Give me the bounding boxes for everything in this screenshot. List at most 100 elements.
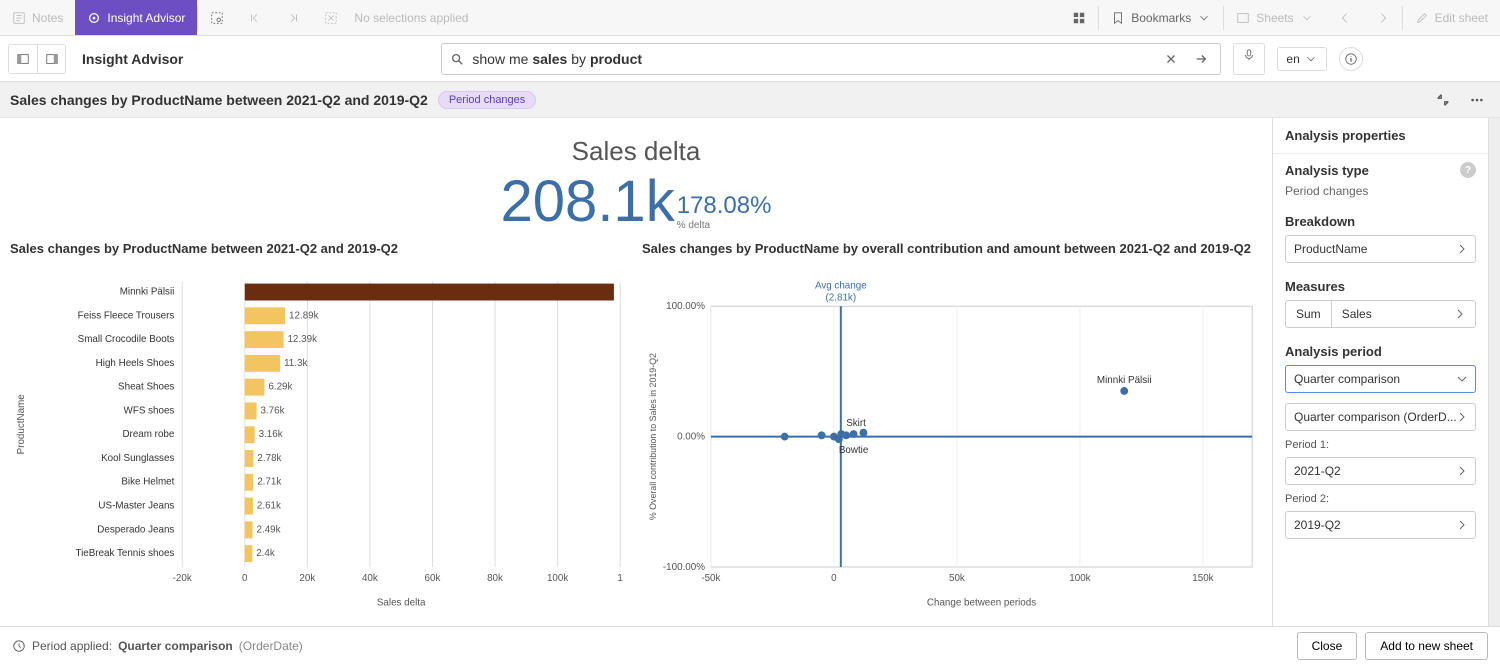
bar-chart-title: Sales changes by ProductName between 202… [10, 235, 630, 262]
analysis-type-heading: Analysis type [1285, 163, 1369, 178]
panel-left-icon [16, 52, 30, 66]
svg-text:0.00%: 0.00% [677, 432, 705, 443]
chevron-right-icon [1376, 11, 1390, 25]
microphone-icon [1242, 48, 1256, 62]
clear-selections-button [312, 0, 350, 35]
chevron-right-icon [1457, 466, 1467, 476]
svg-text:TieBreak Tennis shoes: TieBreak Tennis shoes [75, 548, 174, 559]
notes-label: Notes [32, 11, 63, 25]
svg-text:2.71k: 2.71k [257, 477, 281, 488]
analysis-title: Sales changes by ProductName between 202… [10, 92, 428, 108]
svg-text:100k: 100k [547, 573, 568, 584]
info-button[interactable] [1339, 47, 1363, 71]
search-input[interactable]: show me sales by product [472, 51, 1152, 67]
breakdown-heading: Breakdown [1285, 214, 1476, 229]
grid-button[interactable] [1060, 0, 1098, 35]
scatter-chart: Sales changes by ProductName by overall … [642, 235, 1262, 626]
svg-text:WFS shoes: WFS shoes [124, 405, 175, 416]
note-icon [12, 11, 26, 25]
clock-icon [12, 639, 26, 653]
svg-text:11.3k: 11.3k [284, 358, 307, 369]
svg-text:80k: 80k [487, 573, 503, 584]
period-type-selector[interactable]: Quarter comparison [1285, 365, 1476, 393]
measure-selector[interactable]: Sum Sales [1285, 300, 1476, 328]
more-options-button[interactable] [1464, 87, 1490, 113]
bookmarks-button[interactable]: Bookmarks [1099, 0, 1223, 35]
period2-label: Period 2: [1285, 493, 1476, 505]
bar-chart-svg: -20k020k40k60k80k100k1Minnki PälsiiFeiss… [10, 262, 630, 626]
svg-text:Minnki Pälsii: Minnki Pälsii [120, 286, 175, 297]
panel-right-button[interactable] [37, 45, 65, 73]
step-forward-button [274, 0, 312, 35]
svg-text:2.78k: 2.78k [257, 453, 281, 464]
add-to-sheet-button[interactable]: Add to new sheet [1365, 632, 1488, 660]
svg-text:Sheat Shoes: Sheat Shoes [118, 382, 174, 393]
measure-value: Sales [1342, 307, 1372, 321]
measure-aggregation: Sum [1286, 301, 1332, 327]
svg-text:(2.81k): (2.81k) [826, 292, 857, 303]
chevron-right-icon [1457, 244, 1467, 254]
collapse-button[interactable] [1430, 87, 1456, 113]
help-icon[interactable]: ? [1460, 162, 1476, 178]
lang-label: en [1286, 52, 1299, 66]
svg-text:ProductName: ProductName [16, 394, 27, 455]
no-selections-label: No selections applied [350, 0, 480, 35]
kpi-percent: 178.08% [677, 192, 772, 220]
breakdown-selector[interactable]: ProductName [1285, 235, 1476, 263]
analysis-type-pill: Period changes [438, 91, 536, 109]
properties-panel: Analysis properties Analysis type? Perio… [1272, 118, 1488, 626]
language-selector[interactable]: en [1277, 47, 1326, 71]
edit-icon [1415, 11, 1429, 25]
kpi-block: Sales delta 208.1k 178.08% % delta [10, 126, 1262, 235]
panel-left-button[interactable] [9, 45, 37, 73]
kpi-value: 208.1k [501, 173, 675, 231]
insight-label: Insight Advisor [107, 11, 185, 25]
scrollbar[interactable] [1488, 118, 1500, 626]
insight-advisor-button[interactable]: Insight Advisor [75, 0, 197, 35]
bookmark-icon [1111, 11, 1125, 25]
svg-text:100.00%: 100.00% [666, 301, 705, 312]
period-applied-label: Period applied: [32, 639, 112, 653]
more-icon [1470, 93, 1484, 107]
close-button[interactable]: Close [1297, 632, 1358, 660]
step-back-icon [248, 11, 262, 25]
svg-text:Skirt: Skirt [846, 418, 866, 429]
info-icon [1344, 52, 1358, 66]
smart-search-button[interactable] [198, 0, 236, 35]
period-detail-selector[interactable]: Quarter comparison (OrderD... [1285, 403, 1476, 431]
voice-search-button[interactable] [1233, 43, 1265, 75]
search-box[interactable]: show me sales by product [441, 43, 1221, 75]
period1-selector[interactable]: 2021-Q2 [1285, 457, 1476, 485]
svg-text:Small Crocodile Boots: Small Crocodile Boots [78, 334, 175, 345]
sheets-label: Sheets [1256, 11, 1293, 25]
svg-text:Sales delta: Sales delta [377, 597, 426, 608]
kpi-title: Sales delta [10, 136, 1262, 167]
secondary-title: Insight Advisor [82, 51, 183, 67]
analysis-subheader: Sales changes by ProductName between 202… [0, 82, 1500, 118]
chevron-down-icon [1197, 11, 1211, 25]
svg-text:20k: 20k [299, 573, 315, 584]
svg-text:Desperado Jeans: Desperado Jeans [97, 524, 174, 535]
selection-search-icon [210, 11, 224, 25]
svg-text:0: 0 [242, 573, 248, 584]
submit-search-button[interactable] [1190, 48, 1212, 70]
search-icon [450, 52, 464, 66]
clear-search-button[interactable] [1160, 48, 1182, 70]
close-icon [1164, 52, 1178, 66]
breakdown-value: ProductName [1294, 242, 1367, 256]
prev-sheet-button [1326, 0, 1364, 35]
scatter-chart-svg: -50k050k100k150k-100.00%0.00%100.00%Avg … [642, 262, 1262, 626]
panel-right-icon [45, 52, 59, 66]
collapse-icon [1436, 93, 1450, 107]
top-toolbar: Notes Insight Advisor No selections appl… [0, 0, 1500, 36]
chevron-down-icon [1304, 52, 1318, 66]
chevron-right-icon [1457, 520, 1467, 530]
svg-text:1: 1 [617, 573, 622, 584]
analysis-period-heading: Analysis period [1285, 344, 1476, 359]
svg-text:100k: 100k [1069, 573, 1090, 584]
chevron-left-icon [1338, 11, 1352, 25]
step-forward-icon [286, 11, 300, 25]
chevron-down-icon [1300, 11, 1314, 25]
period2-selector[interactable]: 2019-Q2 [1285, 511, 1476, 539]
sheet-icon [1236, 11, 1250, 25]
